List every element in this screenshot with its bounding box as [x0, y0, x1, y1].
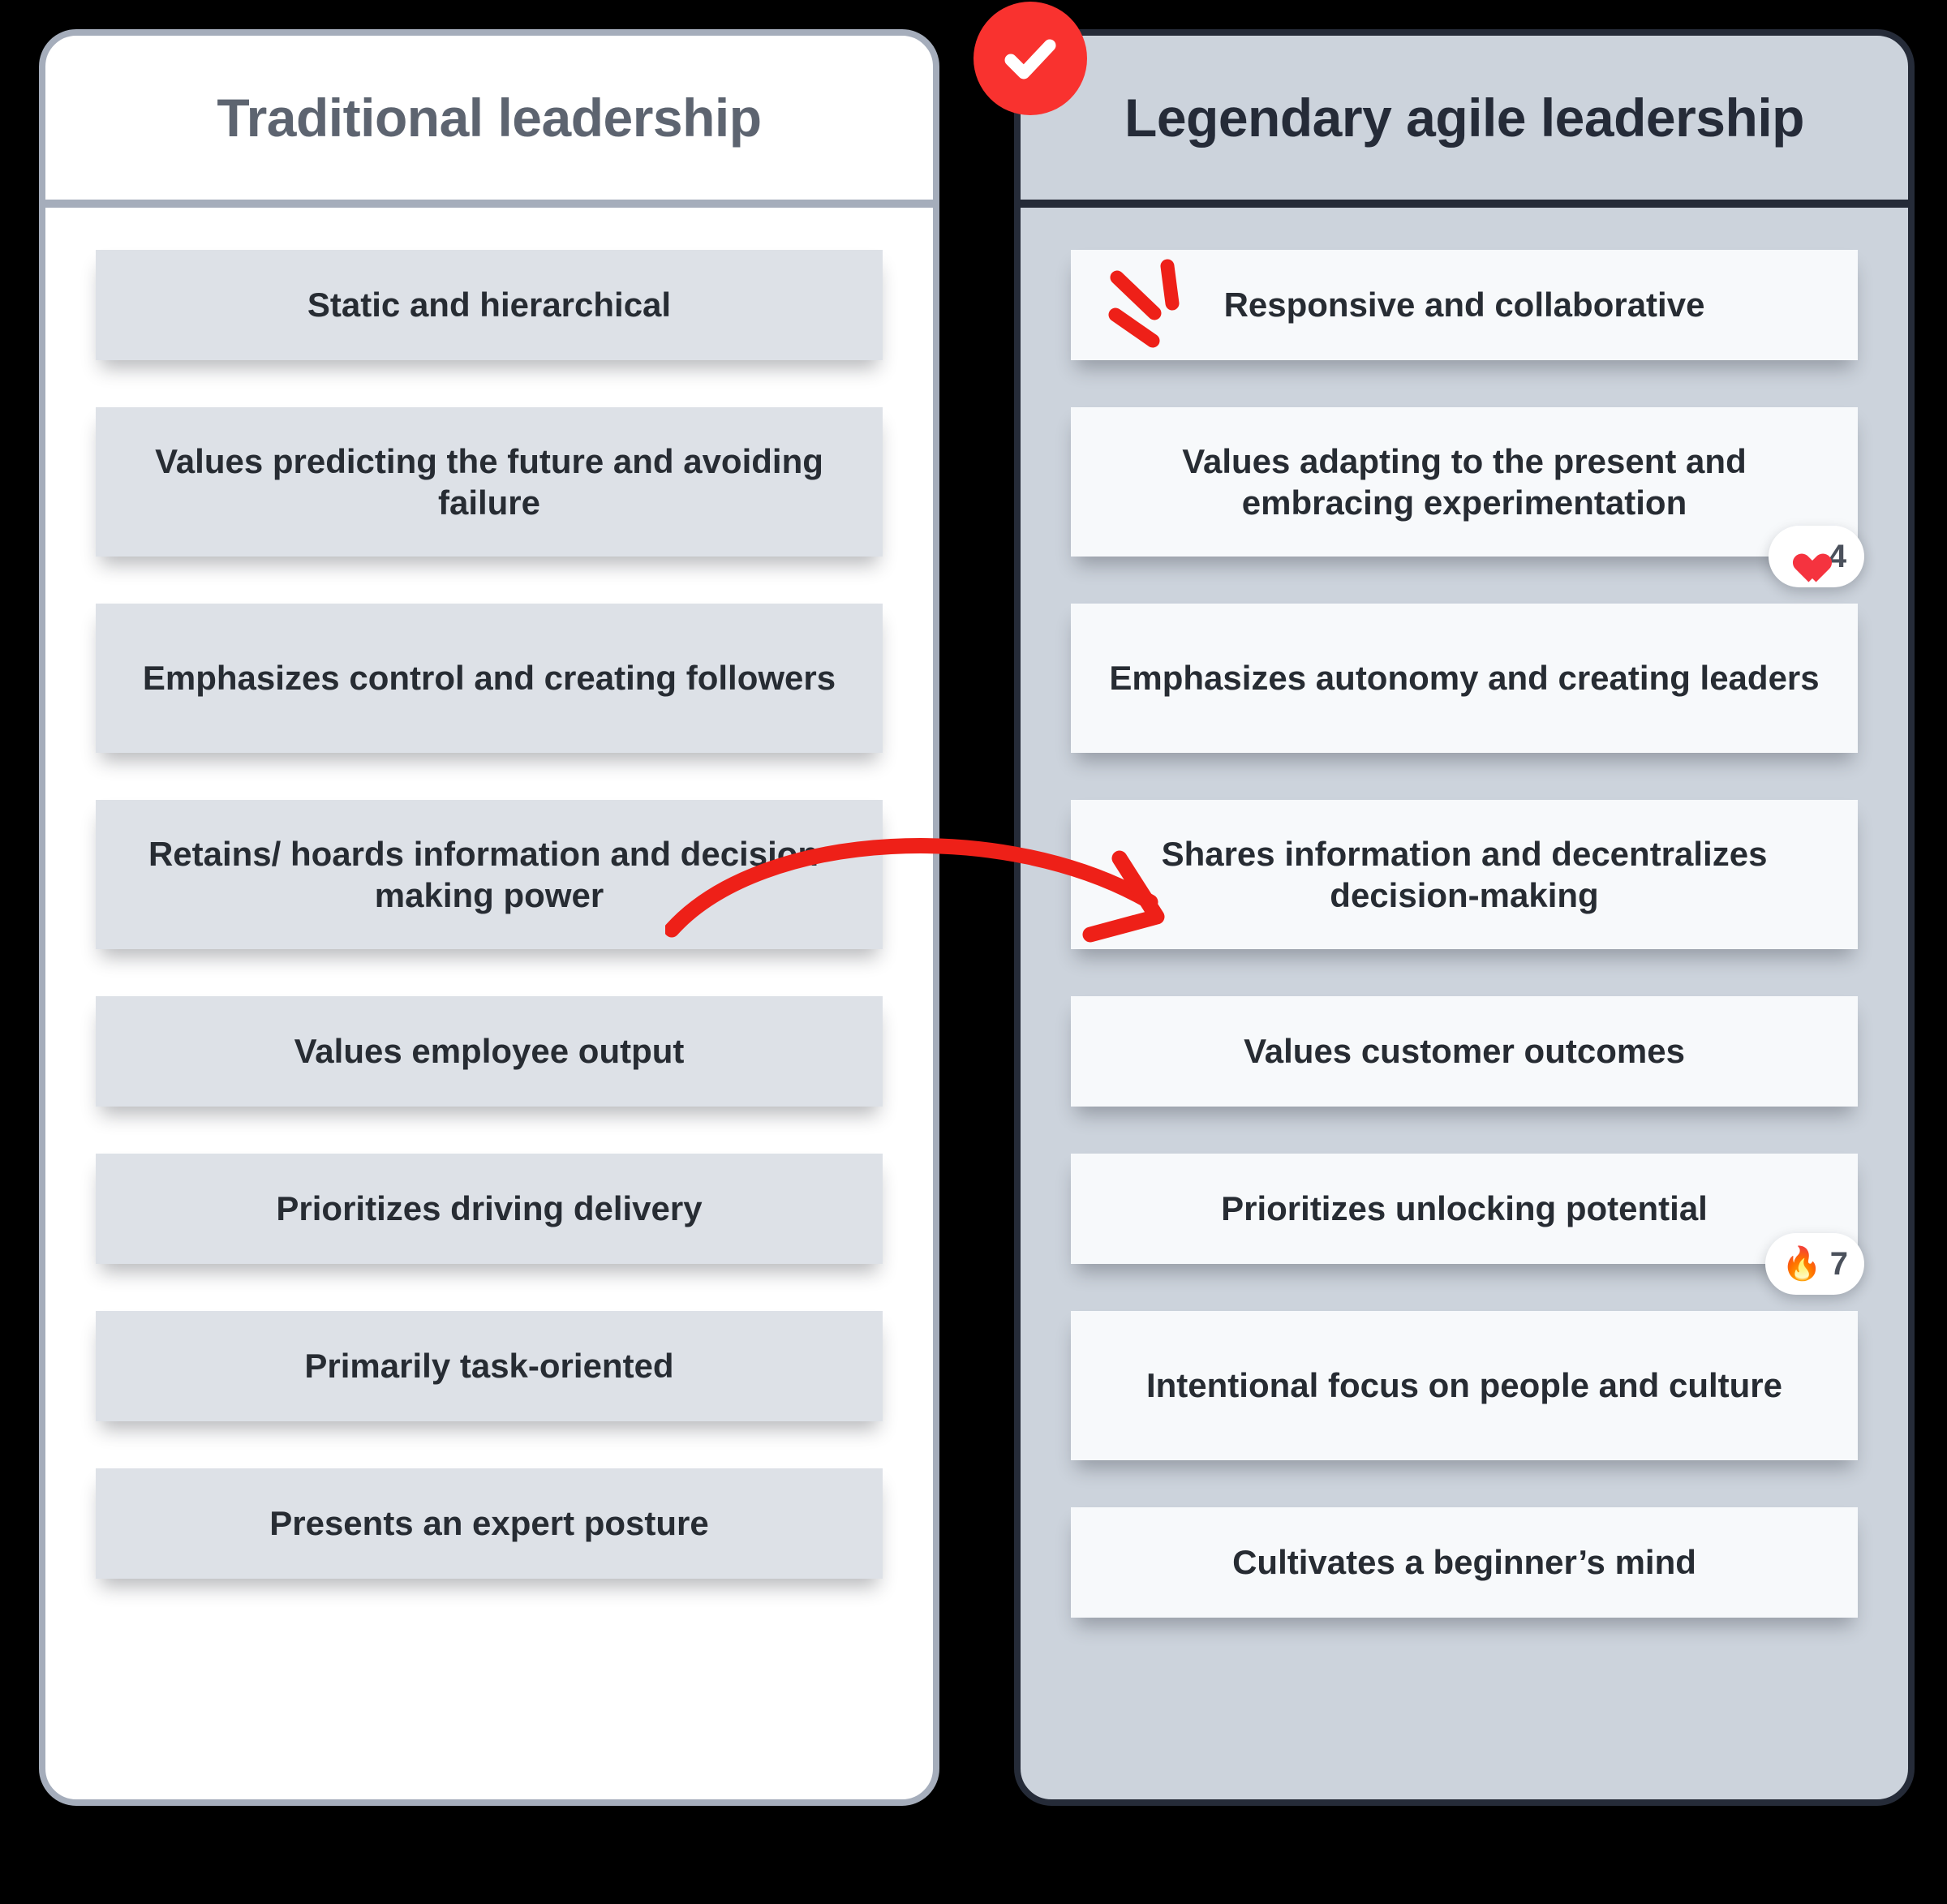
list-item-label: Emphasizes control and creating follower… [142, 659, 836, 698]
list-item[interactable]: Cultivates a beginner’s mind [1071, 1507, 1858, 1618]
list-item[interactable]: Emphasizes autonomy and creating leaders [1071, 604, 1858, 753]
left-card-body: Static and hierarchical Values predictin… [45, 208, 933, 1791]
list-item-label: Static and hierarchical [307, 286, 672, 324]
list-item[interactable]: Values adapting to the present and embra… [1071, 407, 1864, 587]
list-item-label: Retains/ hoards information and decision… [148, 834, 831, 914]
legendary-agile-leadership-card: Legendary agile leadership Responsive an… [1014, 29, 1915, 1806]
heart-emoji-icon [1786, 540, 1820, 573]
right-card-body: Responsive and collaborative Values adap… [1021, 208, 1908, 1791]
list-item-label: Responsive and collaborative [1223, 286, 1705, 324]
list-item-label: Values employee output [294, 1032, 685, 1071]
list-item-label: Shares information and decentralizes dec… [1161, 834, 1768, 914]
heart-reaction-badge[interactable]: 4 [1769, 526, 1864, 587]
list-item[interactable]: Prioritizes driving delivery [96, 1154, 883, 1264]
list-item[interactable]: Intentional focus on people and culture [1071, 1311, 1858, 1460]
list-item[interactable]: Presents an expert posture [96, 1468, 883, 1579]
comparison-diagram: Traditional leadership Static and hierar… [0, 0, 1947, 1904]
list-item[interactable]: Values predicting the future and avoidin… [96, 407, 883, 557]
right-card-title: Legendary agile leadership [1124, 87, 1804, 148]
list-item[interactable]: Responsive and collaborative [1071, 250, 1858, 360]
fire-reaction-badge[interactable]: 🔥 7 [1764, 1233, 1864, 1295]
list-item[interactable]: Values customer outcomes [1071, 996, 1858, 1107]
left-card-title: Traditional leadership [217, 87, 762, 148]
list-item-label: Values adapting to the present and embra… [1182, 441, 1747, 522]
list-item[interactable]: Static and hierarchical [96, 250, 883, 360]
list-item-label: Prioritizes unlocking potential [1221, 1189, 1708, 1228]
list-item-label: Values predicting the future and avoidin… [155, 441, 823, 522]
fire-reaction-count: 7 [1829, 1246, 1848, 1282]
list-item[interactable]: Emphasizes control and creating follower… [96, 604, 883, 753]
list-item-label: Cultivates a beginner’s mind [1232, 1543, 1696, 1582]
list-item-label: Primarily task-oriented [304, 1347, 674, 1386]
list-item[interactable]: Values employee output [96, 996, 883, 1107]
list-item-label: Prioritizes driving delivery [276, 1189, 703, 1228]
list-item-label: Presents an expert posture [269, 1504, 709, 1543]
approved-check-badge [974, 2, 1087, 115]
list-item[interactable]: Primarily task-oriented [96, 1311, 883, 1421]
list-item-label: Intentional focus on people and culture [1145, 1366, 1783, 1405]
heart-reaction-count: 4 [1828, 539, 1847, 574]
list-item-label: Emphasizes autonomy and creating leaders [1109, 659, 1820, 698]
list-item[interactable]: Prioritizes unlocking potential 🔥 7 [1071, 1154, 1864, 1295]
fire-emoji-icon: 🔥 [1781, 1246, 1822, 1282]
list-item[interactable]: Shares information and decentralizes dec… [1071, 800, 1858, 949]
list-item[interactable]: Retains/ hoards information and decision… [96, 800, 883, 949]
traditional-leadership-card: Traditional leadership Static and hierar… [39, 29, 939, 1806]
left-card-header: Traditional leadership [45, 36, 933, 208]
check-icon [1004, 39, 1056, 80]
right-card-header: Legendary agile leadership [1021, 36, 1908, 208]
list-item-label: Values customer outcomes [1244, 1032, 1685, 1071]
